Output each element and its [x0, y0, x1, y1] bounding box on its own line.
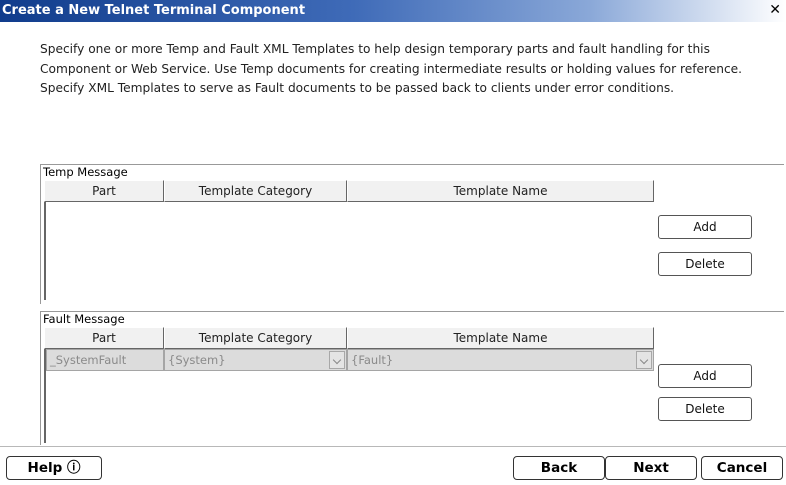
temp-table-body[interactable]: [44, 202, 654, 300]
fault-message-group: Fault Message Part Template Category Tem…: [40, 311, 785, 445]
close-icon[interactable]: ✕: [769, 2, 781, 18]
fault-delete-button[interactable]: Delete: [658, 397, 752, 421]
column-header-template-name[interactable]: Template Name: [347, 327, 654, 349]
column-header-template-name[interactable]: Template Name: [347, 180, 654, 202]
intro-text: Specify one or more Temp and Fault XML T…: [40, 42, 743, 95]
column-header-part[interactable]: Part: [44, 327, 164, 349]
back-button[interactable]: Back: [513, 456, 605, 480]
footer-divider: [0, 446, 786, 447]
fault-add-button[interactable]: Add: [658, 364, 752, 388]
chevron-down-icon[interactable]: [329, 351, 345, 369]
fault-row-name-select[interactable]: {Fault}: [347, 349, 654, 371]
temp-delete-button[interactable]: Delete: [658, 252, 752, 276]
chevron-down-icon[interactable]: [636, 351, 652, 369]
fault-row-name-value: {Fault}: [351, 353, 394, 367]
column-header-template-category[interactable]: Template Category: [164, 327, 347, 349]
column-header-template-category[interactable]: Template Category: [164, 180, 347, 202]
temp-message-group: Temp Message Part Template Category Temp…: [40, 164, 785, 304]
title-bar: Create a New Telnet Terminal Component ✕: [0, 0, 786, 22]
next-button[interactable]: Next: [605, 456, 697, 480]
window-title: Create a New Telnet Terminal Component: [2, 3, 306, 18]
fault-table-body: _SystemFault {System} {Fault}: [44, 349, 654, 443]
temp-message-label: Temp Message: [43, 165, 128, 179]
fault-message-label: Fault Message: [43, 312, 125, 326]
cancel-button[interactable]: Cancel: [701, 456, 783, 480]
fault-row-category-select[interactable]: {System}: [164, 349, 347, 371]
help-button[interactable]: Help ⓘ: [6, 456, 102, 480]
column-header-part[interactable]: Part: [44, 180, 164, 202]
temp-add-button[interactable]: Add: [658, 215, 752, 239]
fault-row-part[interactable]: _SystemFault: [46, 349, 164, 371]
fault-row-category-value: {System}: [168, 353, 226, 367]
